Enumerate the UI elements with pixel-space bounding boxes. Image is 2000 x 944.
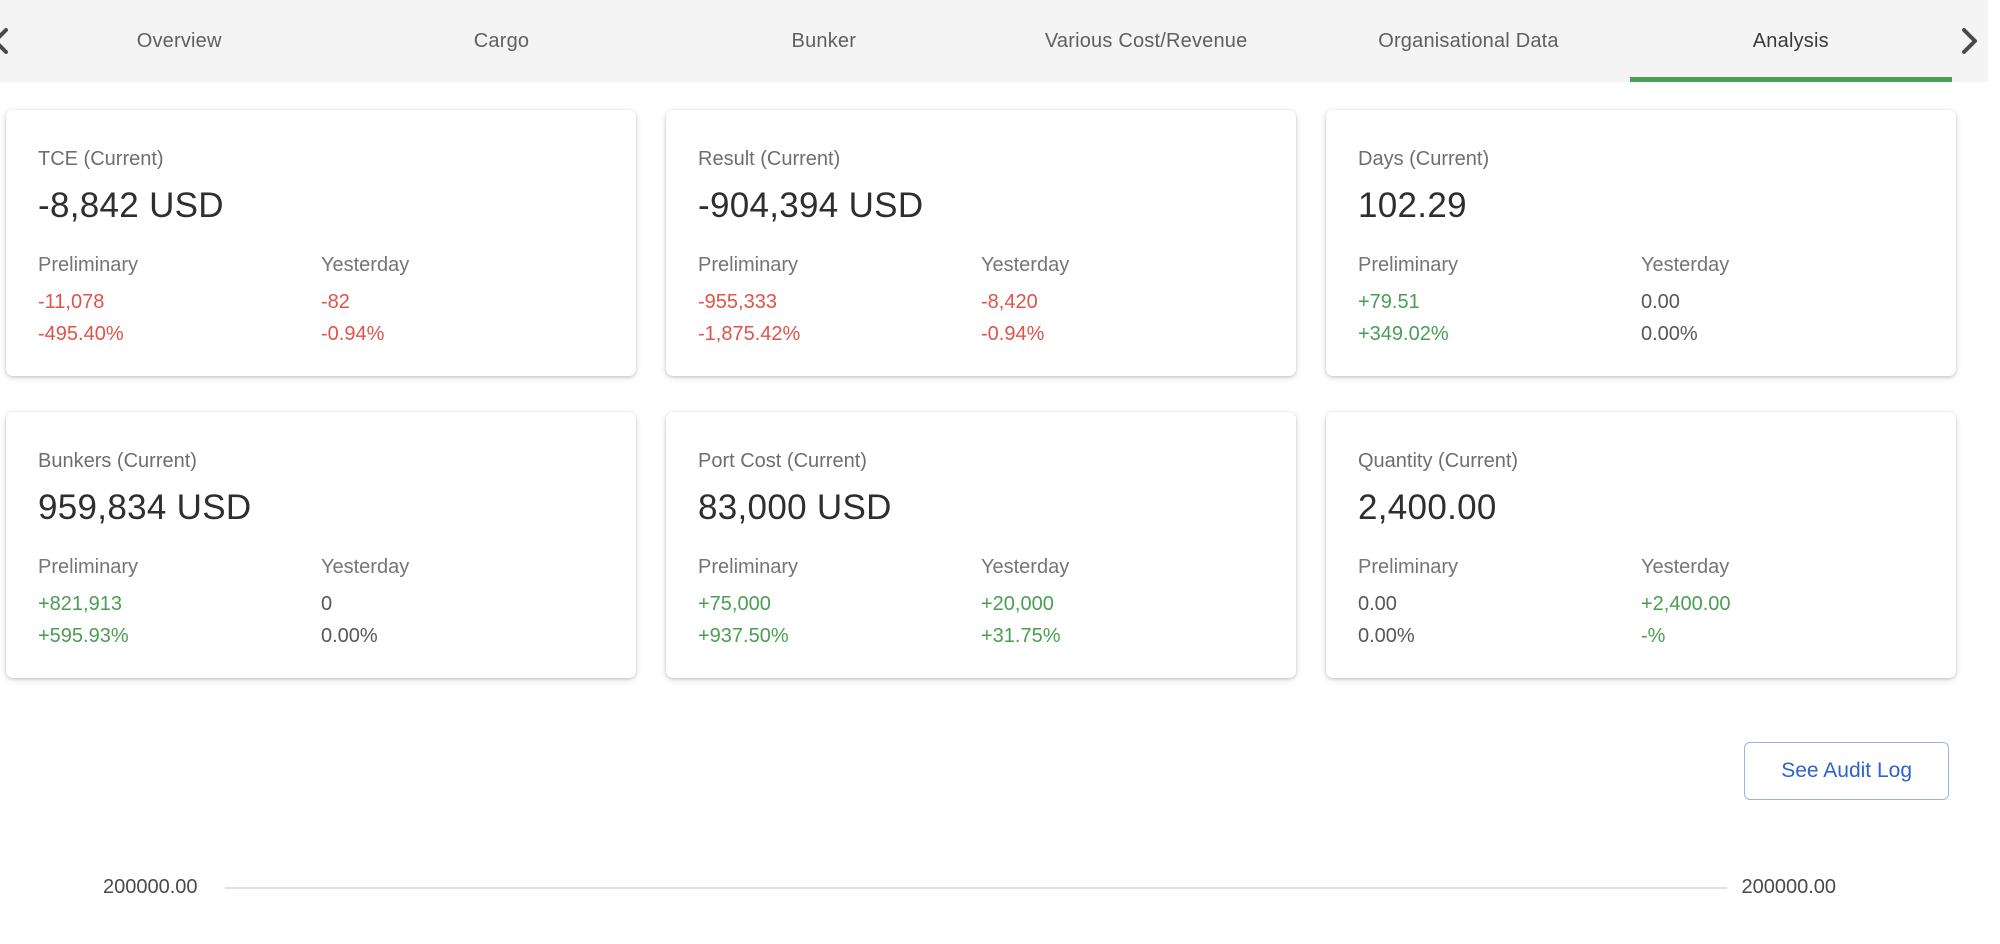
tab-label: Overview [137, 30, 222, 53]
card-current-value: 102.29 [1358, 186, 1924, 226]
card-title: Bunkers (Current) [38, 450, 604, 473]
preliminary-value: -955,333 [698, 286, 981, 318]
kpi-card-port-cost: Port Cost (Current) 83,000 USD Prelimina… [666, 412, 1296, 678]
kpi-card-days: Days (Current) 102.29 Preliminary +79.51… [1326, 110, 1956, 376]
card-current-value: 83,000 USD [698, 488, 1264, 528]
tab-label: Cargo [474, 30, 529, 53]
yesterday-percent: 0.00% [1641, 318, 1924, 350]
preliminary-label: Preliminary [38, 254, 321, 277]
yesterday-label: Yesterday [321, 254, 604, 277]
card-title: Quantity (Current) [1358, 450, 1924, 473]
preliminary-column: Preliminary +821,913 +595.93% [38, 556, 321, 652]
card-current-value: 2,400.00 [1358, 488, 1924, 528]
audit-button-row: See Audit Log [0, 742, 1949, 800]
yesterday-percent: -0.94% [321, 318, 604, 350]
scrollbar-track[interactable] [1988, 0, 2000, 944]
yesterday-column: Yesterday -8,420 -0.94% [981, 254, 1264, 350]
tabs-scroll-right-button[interactable] [1952, 0, 1986, 82]
preliminary-label: Preliminary [38, 556, 321, 579]
tab-bunker[interactable]: Bunker [663, 0, 985, 82]
yesterday-percent: -% [1641, 620, 1924, 652]
preliminary-label: Preliminary [698, 254, 981, 277]
yesterday-label: Yesterday [1641, 254, 1924, 277]
preliminary-percent: +937.50% [698, 620, 981, 652]
tab-overview[interactable]: Overview [18, 0, 340, 82]
card-title: Port Cost (Current) [698, 450, 1264, 473]
preliminary-percent: 0.00% [1358, 620, 1641, 652]
preliminary-label: Preliminary [698, 556, 981, 579]
preliminary-column: Preliminary 0.00 0.00% [1358, 556, 1641, 652]
preliminary-percent: +595.93% [38, 620, 321, 652]
preliminary-column: Preliminary -11,078 -495.40% [38, 254, 321, 350]
yesterday-percent: -0.94% [981, 318, 1264, 350]
scale-max-label: 200000.00 [1741, 876, 1836, 899]
card-current-value: -8,842 USD [38, 186, 604, 226]
yesterday-label: Yesterday [321, 556, 604, 579]
kpi-card-result: Result (Current) -904,394 USD Preliminar… [666, 110, 1296, 376]
chevron-left-icon [0, 26, 12, 56]
tabs-scroll-left-button[interactable] [0, 0, 18, 82]
card-title: TCE (Current) [38, 148, 604, 171]
card-title: Result (Current) [698, 148, 1264, 171]
tab-label: Various Cost/Revenue [1045, 30, 1248, 53]
kpi-card-grid: TCE (Current) -8,842 USD Preliminary -11… [6, 110, 1956, 678]
scale-line [225, 887, 1728, 889]
tab-label: Analysis [1753, 30, 1829, 53]
yesterday-percent: 0.00% [321, 620, 604, 652]
preliminary-column: Preliminary +75,000 +937.50% [698, 556, 981, 652]
yesterday-value: 0.00 [1641, 286, 1924, 318]
card-title: Days (Current) [1358, 148, 1924, 171]
tab-various-cost-revenue[interactable]: Various Cost/Revenue [985, 0, 1307, 82]
preliminary-label: Preliminary [1358, 556, 1641, 579]
yesterday-column: Yesterday 0 0.00% [321, 556, 604, 652]
preliminary-column: Preliminary -955,333 -1,875.42% [698, 254, 981, 350]
scale-min-label: 200000.00 [103, 876, 198, 899]
yesterday-value: -8,420 [981, 286, 1264, 318]
tab-label: Organisational Data [1378, 30, 1559, 53]
kpi-card-quantity: Quantity (Current) 2,400.00 Preliminary … [1326, 412, 1956, 678]
yesterday-column: Yesterday +2,400.00 -% [1641, 556, 1924, 652]
yesterday-value: 0 [321, 588, 604, 620]
yesterday-value: +2,400.00 [1641, 588, 1924, 620]
preliminary-value: +75,000 [698, 588, 981, 620]
tab-bar: Overview Cargo Bunker Various Cost/Reven… [0, 0, 2000, 82]
yesterday-value: -82 [321, 286, 604, 318]
preliminary-percent: -495.40% [38, 318, 321, 350]
bottom-scale: 200000.00 200000.00 [103, 876, 1836, 899]
kpi-card-bunkers: Bunkers (Current) 959,834 USD Preliminar… [6, 412, 636, 678]
chevron-right-icon [1958, 26, 1980, 56]
yesterday-value: +20,000 [981, 588, 1264, 620]
preliminary-label: Preliminary [1358, 254, 1641, 277]
see-audit-log-button[interactable]: See Audit Log [1744, 742, 1949, 800]
preliminary-value: -11,078 [38, 286, 321, 318]
kpi-card-tce: TCE (Current) -8,842 USD Preliminary -11… [6, 110, 636, 376]
preliminary-column: Preliminary +79.51 +349.02% [1358, 254, 1641, 350]
yesterday-label: Yesterday [981, 254, 1264, 277]
preliminary-percent: +349.02% [1358, 318, 1641, 350]
active-tab-indicator [1630, 77, 1952, 82]
card-current-value: -904,394 USD [698, 186, 1264, 226]
card-current-value: 959,834 USD [38, 488, 604, 528]
yesterday-label: Yesterday [981, 556, 1264, 579]
preliminary-value: +821,913 [38, 588, 321, 620]
preliminary-value: 0.00 [1358, 588, 1641, 620]
preliminary-value: +79.51 [1358, 286, 1641, 318]
yesterday-label: Yesterday [1641, 556, 1924, 579]
tab-label: Bunker [792, 30, 857, 53]
tab-organisational-data[interactable]: Organisational Data [1307, 0, 1629, 82]
yesterday-column: Yesterday 0.00 0.00% [1641, 254, 1924, 350]
tab-analysis[interactable]: Analysis [1630, 0, 1952, 82]
preliminary-percent: -1,875.42% [698, 318, 981, 350]
yesterday-column: Yesterday +20,000 +31.75% [981, 556, 1264, 652]
yesterday-percent: +31.75% [981, 620, 1264, 652]
yesterday-column: Yesterday -82 -0.94% [321, 254, 604, 350]
tab-cargo[interactable]: Cargo [340, 0, 662, 82]
